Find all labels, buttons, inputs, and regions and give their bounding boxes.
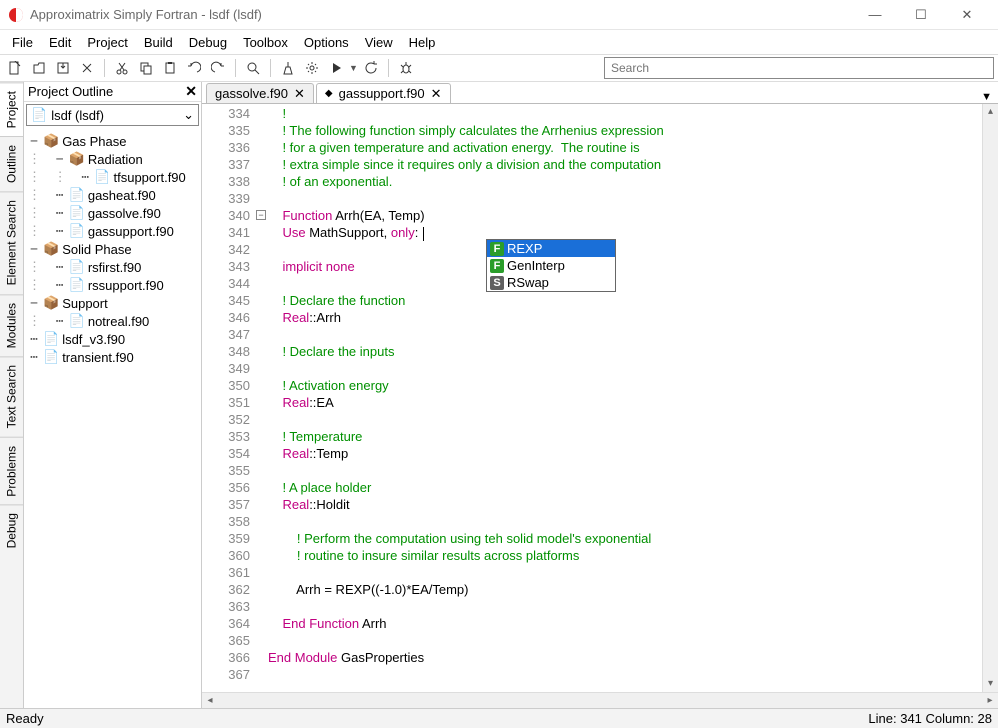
undo-button[interactable] [183,57,205,79]
side-tab-project[interactable]: Project [0,82,23,136]
side-tab-text-search[interactable]: Text Search [0,356,23,436]
menu-options[interactable]: Options [296,33,357,52]
horizontal-scrollbar[interactable]: ◂ ▸ [202,692,998,708]
chevron-down-icon: ⌄ [183,107,194,123]
autocomplete-item[interactable]: SRSwap [487,274,615,291]
menu-debug[interactable]: Debug [181,33,235,52]
menu-edit[interactable]: Edit [41,33,79,52]
run-dropdown-icon[interactable]: ▼ [349,63,358,73]
tree-item[interactable]: ⋯📄transient.f90 [24,348,201,366]
paste-button[interactable] [159,57,181,79]
tab-overflow-icon[interactable]: ▼ [981,91,992,103]
tree-item[interactable]: −📦Solid Phase [24,240,201,258]
tree-item[interactable]: ⋮ ⋯📄rssupport.f90 [24,276,201,294]
clean-button[interactable] [277,57,299,79]
project-selector-label: lsdf (lsdf) [51,108,104,123]
app-icon [8,7,24,23]
tree-item[interactable]: ⋯📄lsdf_v3.f90 [24,330,201,348]
tree-item[interactable]: ⋮ ⋯📄notreal.f90 [24,312,201,330]
find-button[interactable] [242,57,264,79]
side-tab-element-search[interactable]: Element Search [0,191,23,293]
menu-toolbox[interactable]: Toolbox [235,33,296,52]
project-tree: −📦Gas Phase⋮ −📦Radiation⋮ ⋮ ⋯📄tfsupport.… [24,128,201,708]
menu-view[interactable]: View [357,33,401,52]
toolbar: ▼ [0,54,998,82]
menu-build[interactable]: Build [136,33,181,52]
scroll-left-icon[interactable]: ◂ [202,693,218,708]
settings-button[interactable] [301,57,323,79]
run-button[interactable] [325,57,347,79]
side-tab-strip: ProjectOutlineElement SearchModulesText … [0,82,24,708]
title-bar: Approximatrix Simply Fortran - lsdf (lsd… [0,0,998,30]
minimize-button[interactable]: — [852,0,898,30]
project-selector-icon: 📄 [31,107,47,123]
text-cursor [423,227,424,241]
tree-item[interactable]: ⋮ ⋮ ⋯📄tfsupport.f90 [24,168,201,186]
side-tab-debug[interactable]: Debug [0,504,23,556]
panel-close-button[interactable]: ✕ [185,83,197,100]
side-tab-problems[interactable]: Problems [0,437,23,505]
status-right: Line: 341 Column: 28 [868,711,992,726]
editor-tab[interactable]: ◆gassupport.f90✕ [316,83,451,103]
status-bar: Ready Line: 341 Column: 28 [0,708,998,728]
maximize-button[interactable]: ☐ [898,0,944,30]
editor-tab[interactable]: gassolve.f90✕ [206,83,314,103]
editor-area: gassolve.f90✕◆gassupport.f90✕ ▼ 334335336… [202,82,998,708]
close-button[interactable]: ✕ [944,0,990,30]
close-file-button[interactable] [76,57,98,79]
project-selector[interactable]: 📄 lsdf (lsdf) ⌄ [26,104,199,126]
copy-button[interactable] [135,57,157,79]
tab-close-icon[interactable]: ✕ [294,86,305,102]
vertical-scrollbar[interactable]: ▴ ▾ [982,104,998,692]
code-editor[interactable]: 334335336337338339340−341342343344345346… [202,104,998,692]
panel-title: Project Outline [28,84,113,99]
tree-item[interactable]: ⋮ ⋯📄gassupport.f90 [24,222,201,240]
open-file-button[interactable] [28,57,50,79]
tree-item[interactable]: ⋮ ⋯📄rsfirst.f90 [24,258,201,276]
scroll-down-icon[interactable]: ▾ [983,676,998,692]
menu-project[interactable]: Project [79,33,135,52]
fold-marker-icon[interactable]: − [256,210,266,220]
redo-button[interactable] [207,57,229,79]
menu-help[interactable]: Help [401,33,444,52]
restart-button[interactable] [360,57,382,79]
tree-item[interactable]: −📦Gas Phase [24,132,201,150]
new-file-button[interactable] [4,57,26,79]
line-number-gutter: 334335336337338339340−341342343344345346… [202,104,268,692]
autocomplete-popup[interactable]: FREXPFGenInterpSRSwap [486,239,616,292]
editor-tab-bar: gassolve.f90✕◆gassupport.f90✕ ▼ [202,82,998,104]
tree-item[interactable]: ⋮ ⋯📄gassolve.f90 [24,204,201,222]
menu-bar: FileEditProjectBuildDebugToolboxOptionsV… [0,30,998,54]
project-outline-panel: Project Outline ✕ 📄 lsdf (lsdf) ⌄ −📦Gas … [24,82,202,708]
debug-button[interactable] [395,57,417,79]
tree-item[interactable]: ⋮ ⋯📄gasheat.f90 [24,186,201,204]
panel-header: Project Outline ✕ [24,82,201,102]
code-content[interactable]: ! ! The following function simply calcul… [268,104,982,692]
cut-button[interactable] [111,57,133,79]
search-input[interactable] [604,57,994,79]
save-button[interactable] [52,57,74,79]
scroll-right-icon[interactable]: ▸ [982,693,998,708]
autocomplete-item[interactable]: FGenInterp [487,257,615,274]
side-tab-outline[interactable]: Outline [0,136,23,191]
tree-item[interactable]: −📦Support [24,294,201,312]
tab-close-icon[interactable]: ✕ [431,86,442,102]
tree-item[interactable]: ⋮ −📦Radiation [24,150,201,168]
scroll-up-icon[interactable]: ▴ [983,104,998,120]
autocomplete-item[interactable]: FREXP [487,240,615,257]
menu-file[interactable]: File [4,33,41,52]
window-title: Approximatrix Simply Fortran - lsdf (lsd… [30,7,262,22]
side-tab-modules[interactable]: Modules [0,294,23,356]
status-left: Ready [6,711,44,726]
